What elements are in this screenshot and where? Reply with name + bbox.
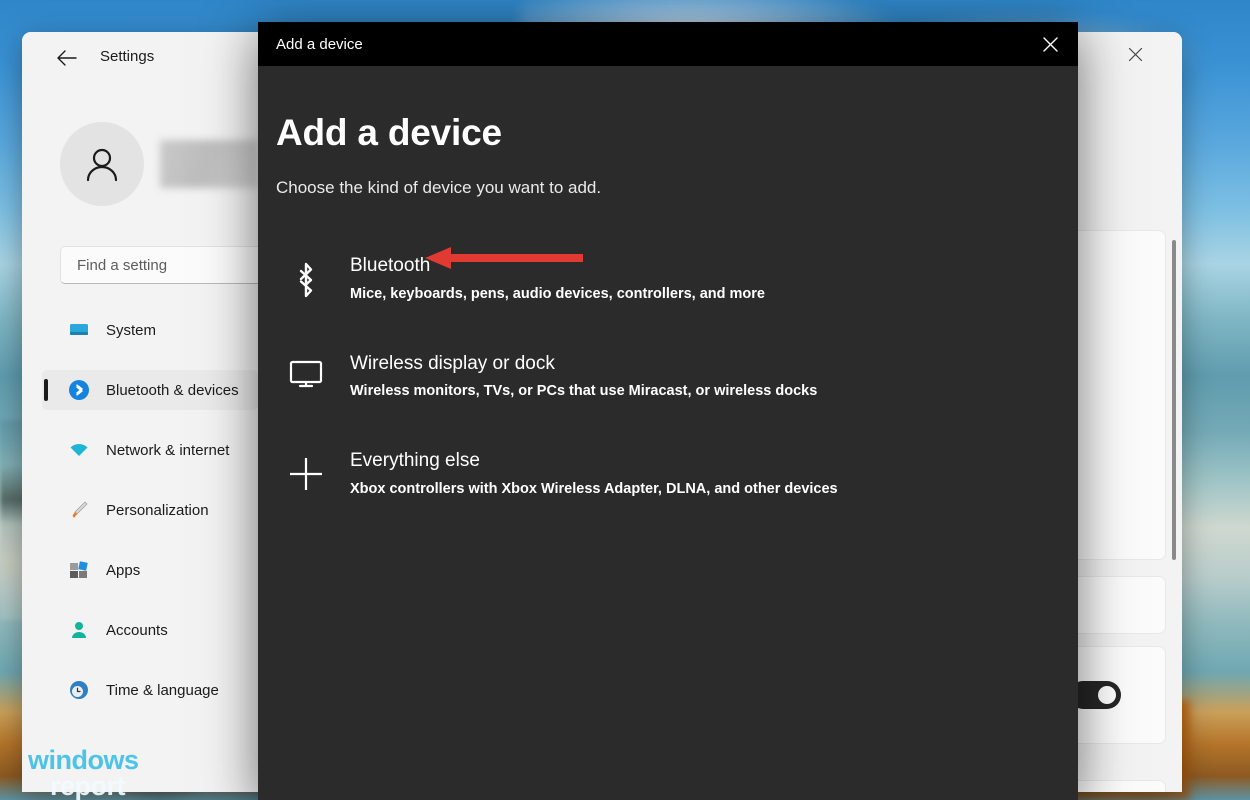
device-option-description: Xbox controllers with Xbox Wireless Adap… (350, 480, 838, 499)
sidebar-item-label: Time & language (106, 682, 219, 699)
sidebar-item-personalization[interactable]: Personalization (42, 490, 258, 530)
close-icon (1128, 47, 1143, 62)
search-placeholder-text: Find a setting (77, 257, 167, 274)
monitor-display-icon (284, 352, 328, 390)
dialog-titlebar: Add a device (258, 22, 1078, 66)
dialog-body: Add a device Choose the kind of device y… (258, 66, 1078, 511)
sidebar-item-accounts[interactable]: Accounts (42, 610, 258, 650)
back-arrow-icon (56, 49, 78, 67)
close-icon (1042, 36, 1059, 53)
bluetooth-icon (284, 254, 328, 300)
person-avatar-icon (80, 142, 124, 186)
dialog-subtitle: Choose the kind of device you want to ad… (276, 178, 1078, 198)
sidebar-item-apps[interactable]: Apps (42, 550, 258, 590)
device-option-title: Bluetooth (350, 255, 430, 276)
paintbrush-icon (68, 499, 90, 521)
device-options-list: Bluetooth Mice, keyboards, pens, audio d… (276, 242, 1078, 511)
plus-icon (284, 449, 328, 493)
account-row[interactable] (60, 122, 258, 206)
search-input[interactable]: Find a setting (60, 246, 275, 284)
device-option-description: Wireless monitors, TVs, or PCs that use … (350, 382, 817, 401)
sidebar-item-system[interactable]: System (42, 310, 258, 350)
account-person-icon (68, 619, 90, 641)
sidebar-item-label: Accounts (106, 622, 168, 639)
dialog-titlebar-title: Add a device (276, 36, 363, 53)
dialog-close-button[interactable] (1022, 22, 1078, 66)
sidebar-nav-list: System Bluetooth & devices (42, 310, 258, 710)
dialog-heading: Add a device (276, 112, 1078, 154)
sidebar-item-label: Network & internet (106, 442, 229, 459)
settings-sidebar: Find a setting System (22, 80, 270, 792)
wifi-icon (68, 439, 90, 461)
close-button[interactable] (1112, 32, 1158, 76)
account-name-redacted (160, 140, 258, 188)
device-option-title: Wireless display or dock (350, 353, 555, 374)
sidebar-item-time-language[interactable]: Time & language (42, 670, 258, 710)
settings-title: Settings (100, 48, 154, 65)
device-option-everything-else[interactable]: Everything else Xbox controllers with Xb… (276, 437, 1078, 511)
back-button[interactable] (50, 44, 84, 72)
bluetooth-icon (68, 379, 90, 401)
sidebar-item-label: System (106, 322, 156, 339)
device-option-wireless-display-or-dock[interactable]: Wireless display or dock Wireless monito… (276, 340, 1078, 414)
desktop-wallpaper: Settings (0, 0, 1250, 800)
sidebar-item-network-internet[interactable]: Network & internet (42, 430, 258, 470)
sidebar-item-label: Personalization (106, 502, 209, 519)
avatar (60, 122, 144, 206)
monitor-icon (68, 319, 90, 341)
sidebar-item-bluetooth-devices[interactable]: Bluetooth & devices (42, 370, 258, 410)
sidebar-item-label: Bluetooth & devices (106, 382, 239, 399)
clock-globe-icon (68, 679, 90, 701)
device-option-title: Everything else (350, 450, 480, 471)
device-option-description: Mice, keyboards, pens, audio devices, co… (350, 285, 765, 304)
sidebar-item-label: Apps (106, 562, 140, 579)
content-scrollbar[interactable] (1172, 240, 1176, 560)
apps-icon (68, 559, 90, 581)
add-a-device-dialog: Add a device Add a device Choose the kin… (258, 22, 1078, 800)
device-option-bluetooth[interactable]: Bluetooth Mice, keyboards, pens, audio d… (276, 242, 1078, 316)
